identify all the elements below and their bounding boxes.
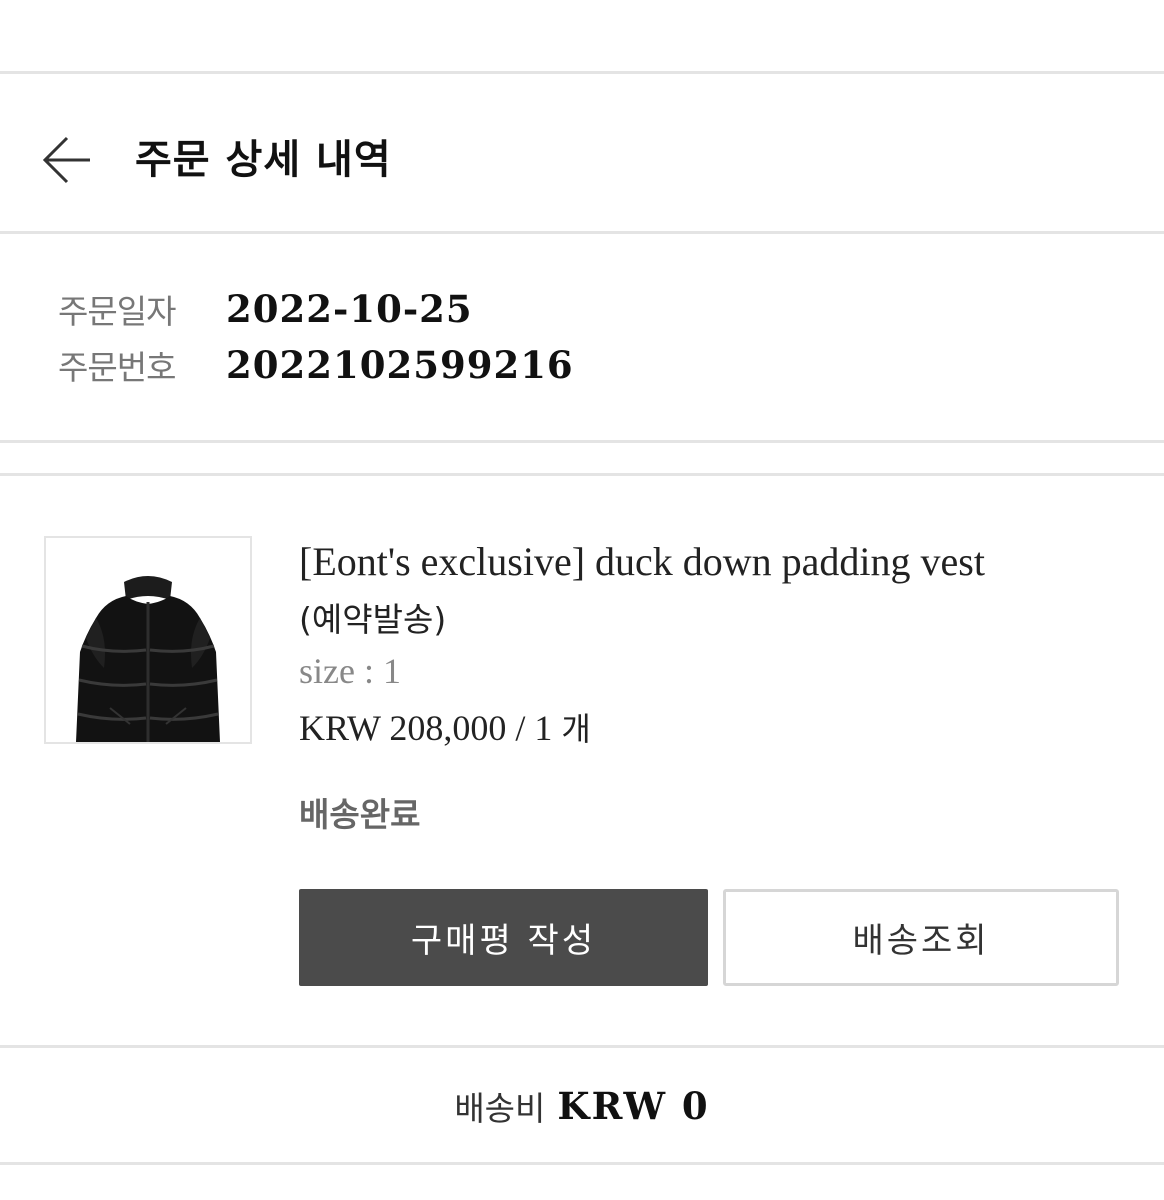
bottom-divider: [0, 1162, 1164, 1165]
product-price-value: KRW 208,000 / 1: [299, 708, 553, 748]
order-info-section: 주문일자 2022-10-25 주문번호 2022102599216: [0, 236, 1164, 440]
back-button[interactable]: [40, 133, 100, 187]
info-divider: [0, 440, 1164, 443]
order-item: [Eont's exclusive] duck down padding ves…: [0, 478, 1164, 1044]
page-header: 주문 상세 내역: [0, 75, 1164, 232]
order-detail-page: 주문 상세 내역 주문일자 2022-10-25 주문번호 2022102599…: [0, 0, 1164, 1200]
track-delivery-button[interactable]: 배송조회: [723, 889, 1119, 986]
product-name-text: [Eont's exclusive] duck down padding ves…: [299, 539, 985, 584]
product-quantity-unit: 개: [561, 710, 591, 748]
product-name[interactable]: [Eont's exclusive] duck down padding ves…: [299, 534, 1119, 648]
order-number-label: 주문번호: [58, 348, 176, 387]
header-divider: [0, 231, 1164, 234]
shipping-fee-label: 배송비: [454, 1089, 546, 1128]
order-date-value: 2022-10-25: [226, 287, 473, 331]
delivery-status: 배송완료: [299, 795, 421, 834]
product-price: KRW 208,000 / 1 개: [299, 704, 591, 750]
product-top-divider: [0, 473, 1164, 476]
product-size: size : 1: [299, 651, 401, 691]
shipping-divider: [0, 1045, 1164, 1048]
order-date-row: 주문일자 2022-10-25: [58, 281, 473, 337]
order-number-value: 2022102599216: [226, 343, 574, 387]
arrow-left-icon: [42, 136, 90, 184]
order-date-label: 주문일자: [58, 292, 176, 331]
product-name-suffix: (예약발송): [299, 600, 447, 639]
vest-product-image: [76, 576, 220, 742]
shipping-fee-row: 배송비 KRW 0: [0, 1050, 1164, 1162]
product-thumbnail[interactable]: [44, 536, 252, 744]
write-review-button[interactable]: 구매평 작성: [299, 889, 708, 986]
order-number-row: 주문번호 2022102599216: [58, 337, 574, 393]
page-title: 주문 상세 내역: [135, 137, 392, 183]
top-divider: [0, 71, 1164, 74]
shipping-fee-value: KRW 0: [557, 1084, 710, 1128]
